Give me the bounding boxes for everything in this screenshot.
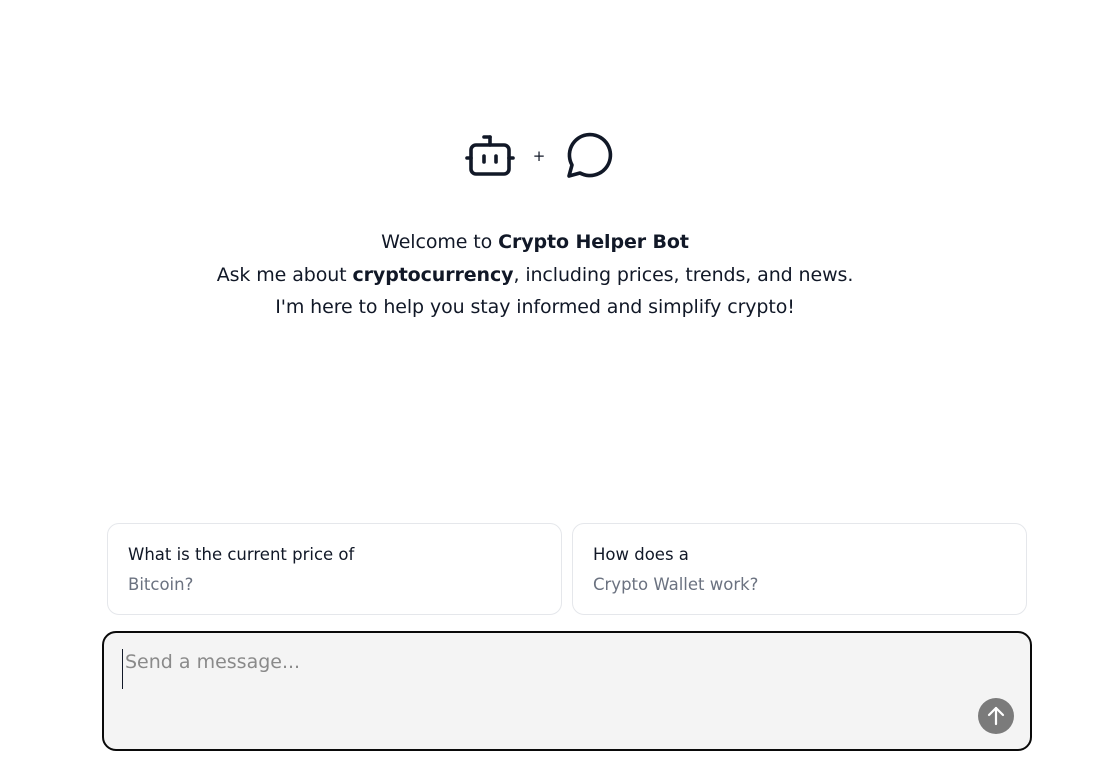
suggestion-title: How does a: [593, 545, 689, 564]
welcome-prefix: Welcome to: [381, 231, 499, 253]
suggestion-title: What is the current price of: [128, 545, 355, 564]
suggestion-bitcoin-price[interactable]: What is the current price of Bitcoin?: [107, 523, 562, 615]
chat-app: + Welcome to Crypto Helper Bot Ask me ab…: [0, 0, 1100, 775]
topic-prefix: Ask me about: [216, 263, 353, 286]
welcome-line-1: Welcome to Crypto Helper Bot: [0, 226, 1100, 259]
welcome-message: Welcome to Crypto Helper Bot Ask me abou…: [0, 226, 1100, 324]
message-input[interactable]: [122, 649, 945, 689]
message-composer: [102, 631, 1032, 751]
suggestion-list: What is the current price of Bitcoin? Ho…: [107, 523, 1027, 615]
topic-suffix: , including prices, trends, and news.: [513, 263, 854, 286]
welcome-line-3: I'm here to help you stay informed and s…: [275, 296, 795, 318]
suggestion-crypto-wallet[interactable]: How does a Crypto Wallet work?: [572, 523, 1027, 615]
suggestion-subtitle: Bitcoin?: [128, 575, 194, 594]
bot-icon: [464, 132, 515, 182]
chat-bubble-icon: [563, 130, 613, 184]
welcome-line-2: Ask me about cryptocurrency, including p…: [0, 259, 1100, 292]
bot-name: Crypto Helper Bot: [498, 231, 689, 253]
send-button[interactable]: [978, 698, 1014, 734]
arrow-up-icon: [987, 706, 1005, 726]
suggestion-subtitle: Crypto Wallet work?: [593, 575, 759, 594]
plus-sign: +: [532, 147, 546, 165]
hero-icons: +: [0, 130, 1100, 184]
topic: cryptocurrency: [352, 263, 514, 286]
